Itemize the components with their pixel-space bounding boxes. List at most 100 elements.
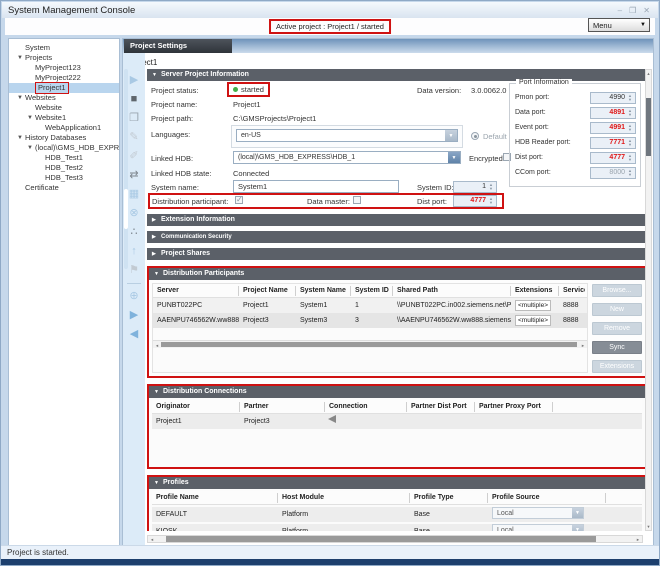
main-hscrollbar[interactable]: ◄ ► [147, 535, 643, 543]
chevron-down-icon[interactable]: ▼ [445, 130, 457, 141]
back-icon[interactable]: ◀ [123, 325, 145, 344]
tree-item-system[interactable]: System [9, 43, 119, 53]
section-header-distribution-connections[interactable]: ▼ Distribution Connections [149, 386, 645, 398]
tree-item-website1[interactable]: ▼Website1 [9, 113, 119, 123]
col-profile-type: Profile Type [410, 493, 488, 503]
add-icon[interactable]: ⊕ [123, 287, 145, 306]
col-shared-path: Shared Path [393, 286, 511, 296]
profile-row-kiosk[interactable]: KIOSK Platform Base Local▼ [152, 524, 642, 531]
close-icon[interactable]: ✕ [643, 6, 650, 15]
default-radio[interactable] [471, 132, 479, 140]
tree-item-projects[interactable]: ▼Projects [9, 53, 119, 63]
event-port-spinner[interactable]: 4991▲▼ [590, 122, 636, 134]
pmon-port-spinner[interactable]: 4990▲▼ [590, 92, 636, 104]
tree-item-hdb-test3[interactable]: HDB_Test3 [9, 173, 119, 183]
tree-item-hdb-test1[interactable]: HDB_Test1 [9, 153, 119, 163]
profiles-table: Profile Name Host Module Profile Type Pr… [149, 489, 645, 531]
scroll-right-icon[interactable]: ► [636, 537, 640, 542]
distribution-participant-checkbox[interactable] [235, 196, 243, 204]
languages-label: Languages: [151, 130, 190, 139]
data-master-checkbox[interactable] [353, 196, 361, 204]
participant-row-1[interactable]: PUNBT022PC Project1 System1 1 \\PUNBT022… [153, 298, 587, 313]
titlebar: System Management Console – ❒ ✕ [2, 2, 658, 18]
system-id-spinner[interactable]: 1 ▲▼ [453, 181, 497, 193]
window-bottom-border [1, 559, 659, 565]
profile-row-default[interactable]: DEFAULT Platform Base Local▼ [152, 507, 642, 522]
section-header-server-project-information[interactable]: ▼ Server Project Information [147, 69, 647, 81]
profile-source-dropdown[interactable]: Local▼ [492, 507, 584, 519]
spinner-arrows-icon[interactable]: ▲▼ [626, 123, 634, 133]
expand-arrow-icon: ▶ [152, 248, 156, 260]
spinner-arrows-icon[interactable]: ▲▼ [487, 182, 495, 192]
tree-item-certificate[interactable]: Certificate [9, 183, 119, 193]
extensions-cell[interactable]: <multiple> [515, 315, 551, 326]
tree-item-website[interactable]: Website [9, 103, 119, 113]
connection-row-1[interactable]: Project1 Project3 [152, 414, 642, 429]
project-name-value: Project1 [233, 100, 261, 109]
expander-icon[interactable]: ▼ [27, 113, 35, 123]
system-name-input[interactable]: System1 [233, 180, 399, 193]
hdb-reader-port-spinner[interactable]: 7771▲▼ [590, 137, 636, 149]
section-header-profiles[interactable]: ▼ Profiles [149, 477, 645, 489]
col-profile-name: Profile Name [152, 493, 278, 503]
section-server-project-information: ▼ Server Project Information Project sta… [147, 69, 647, 209]
languages-dropdown[interactable]: en-US ▼ [236, 129, 458, 142]
maximize-icon[interactable]: ❒ [629, 6, 636, 15]
spinner-arrows-icon[interactable]: ▲▼ [626, 138, 634, 148]
data-port-spinner[interactable]: 4891▲▼ [590, 107, 636, 119]
run-icon[interactable]: ▶ [123, 306, 145, 325]
tree-item-gms-hdb-express[interactable]: ▼(local)\GMS_HDB_EXPRESS [9, 143, 119, 153]
tree-item-history-databases[interactable]: ▼History Databases [9, 133, 119, 143]
chevron-down-icon[interactable]: ▼ [572, 525, 583, 531]
scroll-left-icon[interactable]: ◄ [155, 343, 159, 348]
scroll-down-icon[interactable]: ▼ [646, 524, 651, 529]
tab-project-settings[interactable]: Project Settings [124, 39, 232, 53]
section-header-project-shares[interactable]: ▶ Project Shares [147, 248, 647, 260]
section-header-communication-security[interactable]: ▶ Communication Security [147, 231, 647, 243]
tree-item-project1-selected[interactable]: Project1 [9, 83, 119, 93]
expander-icon[interactable]: ▼ [17, 133, 25, 143]
toolbar-scrollbar[interactable] [124, 69, 128, 269]
section-header-distribution-participants[interactable]: ▼ Distribution Participants [149, 268, 645, 280]
spinner-arrows-icon[interactable]: ▲▼ [626, 93, 634, 103]
chevron-down-icon[interactable]: ▼ [448, 152, 460, 163]
participants-hscrollbar[interactable]: ◄ ► [153, 340, 587, 348]
tree-item-websites[interactable]: ▼Websites [9, 93, 119, 103]
extensions-button[interactable]: Extensions [592, 360, 642, 373]
section-header-extension-information[interactable]: ▶ Extension Information [147, 214, 647, 226]
scroll-left-icon[interactable]: ◄ [150, 537, 154, 542]
port-information-group: Port Information Pmon port: 4990▲▼ Data … [509, 83, 641, 187]
dist-port-info-spinner[interactable]: 4777▲▼ [590, 152, 636, 164]
linked-hdb-value: (local)\GMS_HDB_EXPRESS\HDB_1 [238, 152, 446, 164]
tree-item-webapplication1[interactable]: WebApplication1 [9, 123, 119, 133]
scroll-up-icon[interactable]: ▲ [646, 71, 651, 76]
tree-item-myproject123[interactable]: MyProject123 [9, 63, 119, 73]
spinner-arrows-icon[interactable]: ▲▼ [626, 153, 634, 163]
expander-icon[interactable]: ▼ [17, 53, 25, 63]
tree-item-hdb-test2[interactable]: HDB_Test2 [9, 163, 119, 173]
browse-button[interactable]: Browse... [592, 284, 642, 297]
spinner-arrows-icon[interactable]: ▲▼ [626, 108, 634, 118]
chevron-down-icon[interactable]: ▼ [572, 508, 583, 518]
remove-button[interactable]: Remove [592, 322, 642, 335]
col-partner-dist-port: Partner Dist Port [407, 402, 475, 412]
expander-icon[interactable]: ▼ [27, 143, 35, 153]
dist-port-label: Dist port: [417, 197, 447, 206]
expander-icon[interactable]: ▼ [17, 93, 25, 103]
scroll-right-icon[interactable]: ► [581, 343, 585, 348]
new-button[interactable]: New [592, 303, 642, 316]
profile-source-dropdown[interactable]: Local▼ [492, 524, 584, 531]
minimize-icon[interactable]: – [618, 6, 622, 15]
extensions-cell[interactable]: <multiple> [515, 300, 551, 311]
sync-button[interactable]: Sync [592, 341, 642, 354]
menu-dropdown[interactable]: Menu [588, 18, 650, 32]
main-vscrollbar[interactable]: ▲ ▼ [645, 69, 652, 531]
ccom-port-label: CCom port: [515, 169, 551, 176]
participant-row-2[interactable]: AAENPU746562W.ww888 Project3 System3 3 \… [153, 313, 587, 328]
spinner-arrows-icon[interactable]: ▲▼ [487, 196, 495, 206]
profiles-table-header: Profile Name Host Module Profile Type Pr… [152, 491, 642, 505]
settings-scroll-area: ▼ Server Project Information Project sta… [147, 69, 647, 531]
hdb-reader-port-value: 7771 [609, 139, 625, 146]
dist-port-spinner[interactable]: 4777 ▲▼ [453, 195, 497, 207]
linked-hdb-dropdown[interactable]: (local)\GMS_HDB_EXPRESS\HDB_1 ▼ [233, 151, 461, 164]
